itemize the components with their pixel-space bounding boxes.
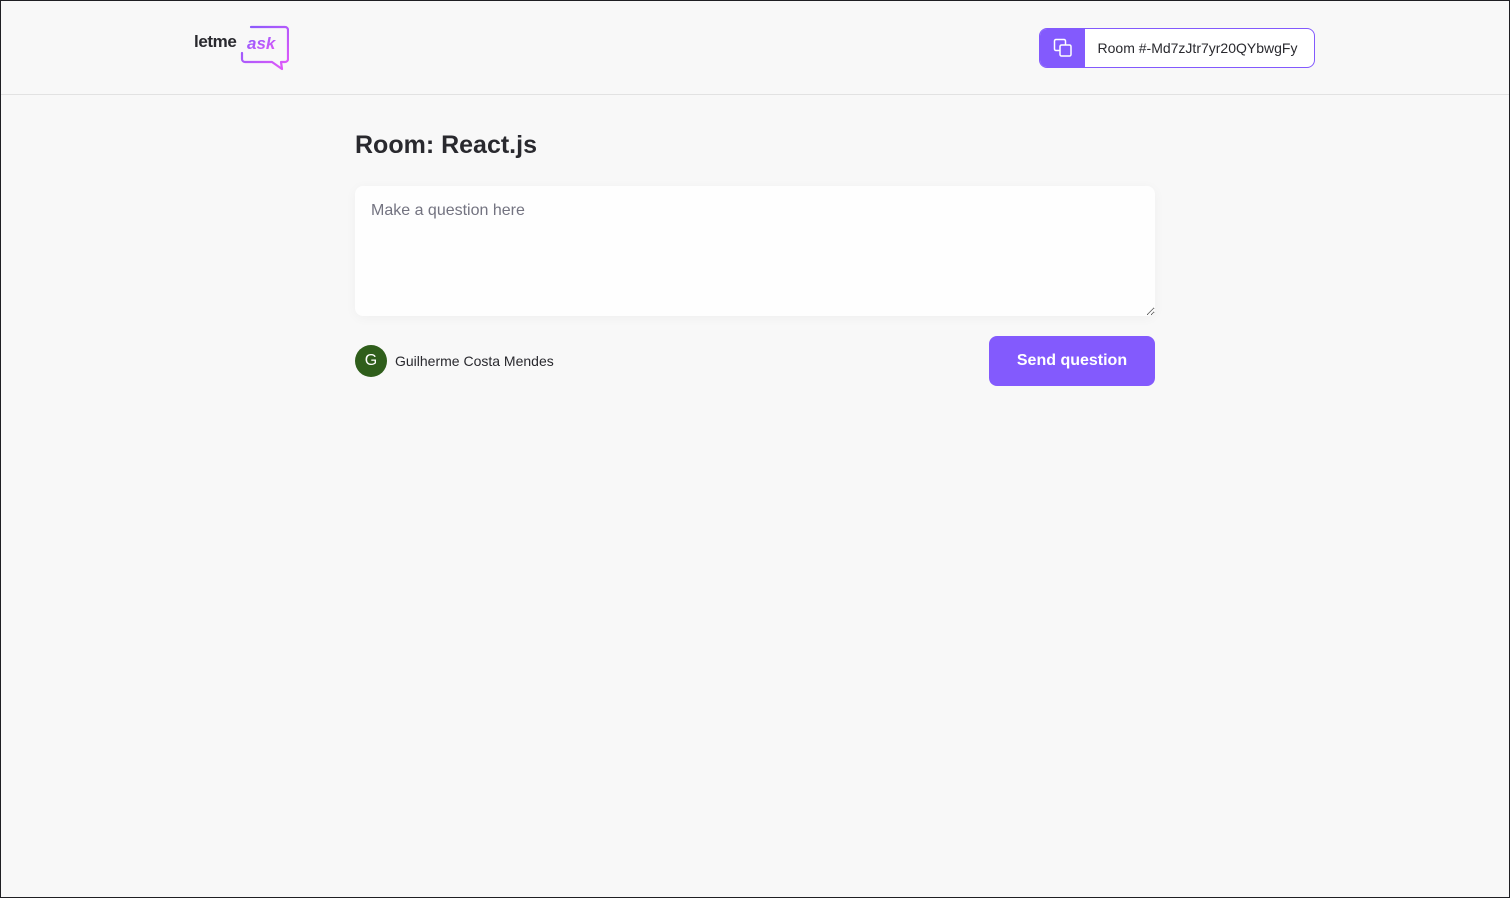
copy-icon	[1053, 38, 1072, 57]
question-input[interactable]	[355, 186, 1155, 316]
room-code-copy-button[interactable]: Room #-Md7zJtr7yr20QYbwgFy	[1039, 28, 1315, 68]
form-footer: G Guilherme Costa Mendes Send question	[355, 336, 1155, 386]
logo-text-letme: letme	[194, 32, 237, 51]
copy-box[interactable]	[1040, 29, 1085, 67]
page-header: letme ask Room #-Md7zJtr7yr20QYbwgFy	[1, 1, 1509, 95]
page-title: Room: React.js	[355, 131, 537, 159]
logo-text-ask: ask	[247, 34, 277, 53]
room-code-label: Room #-Md7zJtr7yr20QYbwgFy	[1097, 40, 1298, 56]
speech-bubble-logo-icon: ask	[240, 25, 289, 71]
avatar: G	[355, 345, 387, 377]
user-name: Guilherme Costa Mendes	[395, 353, 554, 369]
send-question-button[interactable]: Send question	[989, 336, 1155, 386]
user-info: G Guilherme Costa Mendes	[355, 345, 554, 377]
room-main: Room: React.js G Guilherme Costa Mendes …	[355, 95, 1155, 386]
app-window: letme ask Room #-Md7zJtr7yr20QYbwgFy Roo…	[0, 0, 1510, 898]
letmeask-logo[interactable]: letme ask	[194, 25, 290, 71]
question-form: G Guilherme Costa Mendes Send question	[355, 186, 1155, 386]
